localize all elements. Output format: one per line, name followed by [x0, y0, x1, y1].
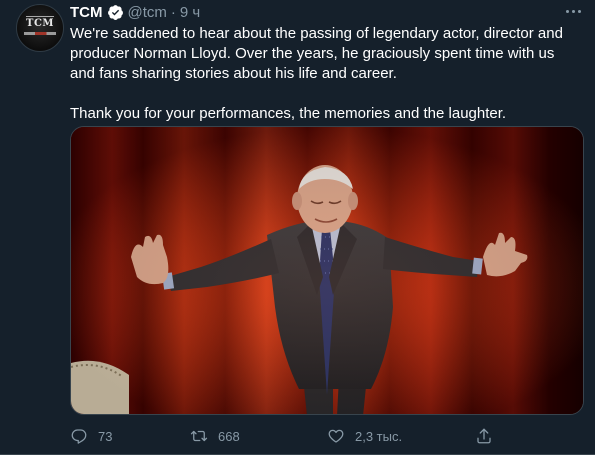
tweet-time[interactable]: 9 ч [180, 4, 200, 21]
author-handle[interactable]: @tcm [128, 4, 167, 21]
author-name[interactable]: TCM [70, 4, 103, 21]
retweet-count: 668 [218, 428, 240, 444]
retweet-icon [190, 430, 208, 442]
avatar-logo-text: TCM [26, 18, 54, 29]
share-button[interactable] [475, 427, 493, 445]
photo-illustration [71, 127, 583, 414]
like-button[interactable]: 2,3 тыс. [327, 427, 402, 445]
tweet[interactable]: TCM TCM @tcm · 9 ч We're saddened to hea… [0, 0, 595, 455]
heart-icon [328, 429, 344, 443]
tweet-photo[interactable] [70, 126, 584, 415]
verified-badge-icon [107, 4, 124, 21]
logo-rule [26, 16, 54, 17]
share-icon [477, 428, 491, 444]
avatar[interactable]: TCM [16, 4, 64, 52]
reply-button[interactable]: 73 [70, 427, 112, 445]
tweet-paragraph-2: Thank you for your performances, the mem… [70, 105, 507, 122]
tweet-text: We're saddened to hear about the passing… [70, 24, 575, 124]
more-icon[interactable] [566, 4, 581, 18]
tweet-actions: 73 668 2,3 тыс. [70, 424, 495, 448]
separator-dot: · [170, 3, 176, 21]
like-count: 2,3 тыс. [355, 428, 403, 444]
tweet-header: TCM @tcm · 9 ч [70, 2, 200, 22]
retweet-button[interactable]: 668 [190, 427, 240, 445]
logo-stripe [24, 32, 56, 35]
reply-count: 73 [98, 428, 113, 444]
tweet-paragraph-1: We're saddened to hear about the passing… [70, 25, 563, 82]
reply-icon [71, 429, 87, 444]
